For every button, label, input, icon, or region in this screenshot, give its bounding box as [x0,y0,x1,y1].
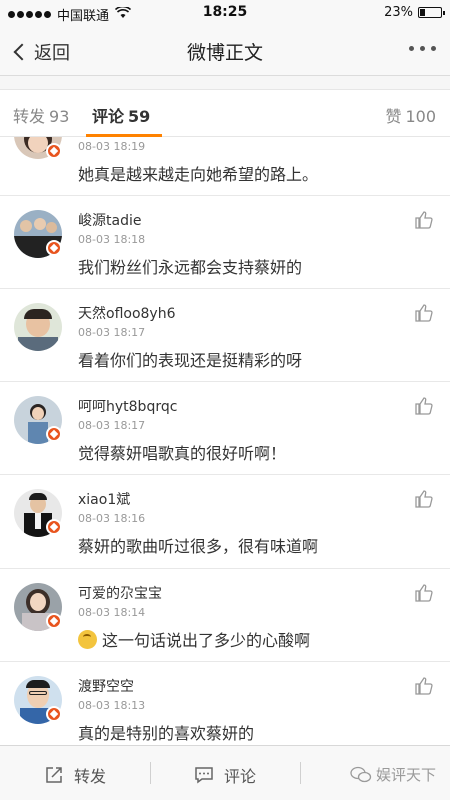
comment-text: 觉得蔡妍唱歌真的很好听啊！ [78,444,287,463]
thumbs-up-icon[interactable] [414,396,434,416]
thumbs-up-icon[interactable] [414,676,434,696]
thumbs-up-icon[interactable] [414,303,434,323]
tab-repost-count: 93 [49,107,70,126]
nav-bar: 返回 微博正文 [0,26,450,76]
comment-time: 08-03 18:17 [78,419,146,432]
comment-text: 我们粉丝们永远都会支持蔡妍的 [78,258,303,277]
watermark: 娱评天下 [350,764,436,785]
comment-list[interactable]: 08-03 18:19 她真是越来越走向她希望的路上。 峻源tadie 08-0… [0,137,450,745]
comment-time: 08-03 18:16 [78,512,146,525]
battery-fill [420,9,425,16]
sad-emoji-icon [78,630,97,649]
watermark-text: 娱评天下 [375,766,436,784]
comment-item: 峻源tadie 08-03 18:18 我们粉丝们永远都会支持蔡妍的 [0,196,450,289]
comment-item: 呵呵hyt8bqrqc 08-03 18:17 觉得蔡妍唱歌真的很好听啊！ [0,382,450,475]
tab-like-label: 赞 [385,107,402,126]
tab-comment-count: 59 [128,107,151,126]
more-button[interactable] [409,46,436,51]
tab-comment[interactable]: 评论 59 [92,103,150,127]
verified-badge-icon [46,426,62,442]
repost-label: 转发 [74,767,107,786]
comment-time: 08-03 18:17 [78,326,146,339]
comment-time: 08-03 18:13 [78,699,146,712]
toolbar-divider [300,762,301,784]
comment-button[interactable]: 评论 [194,763,256,787]
comment-item: 天然ofloo8yh6 08-03 18:17 看着你们的表现还是挺精彩的呀 [0,289,450,382]
comment-item: 渡野空空 08-03 18:13 真的是特别的喜欢蔡妍的 [0,662,450,745]
comment-text: 她真是越来越走向她希望的路上。 [78,165,319,184]
comment-username[interactable]: 渡野空空 [78,676,134,696]
avatar[interactable] [14,303,62,351]
comment-username[interactable]: 呵呵hyt8bqrqc [78,396,177,416]
comment-text: 真的是特别的喜欢蔡妍的 [78,724,255,743]
comment-username[interactable]: xiao1斌 [78,489,130,509]
comment-time: 08-03 18:14 [78,606,146,619]
comment-item: 可爱的尕宝宝 08-03 18:14 这一句话说出了多少的心酸啊 [0,569,450,662]
comment-icon [195,767,213,784]
page-title: 微博正文 [186,42,263,64]
tab-comment-label: 评论 [92,107,125,126]
comment-text: 蔡妍的歌曲听过很多，很有味道啊 [78,537,319,556]
more-dot-icon [431,46,436,51]
tab-repost[interactable]: 转发 93 [13,103,69,127]
comment-label: 评论 [224,767,257,786]
battery-percent: 23% [384,5,413,20]
verified-badge-icon [46,706,62,722]
more-dot-icon [420,46,425,51]
tab-like[interactable]: 赞 100 [385,103,436,127]
bottom-toolbar: 转发 评论 娱评天下 [0,745,450,800]
toolbar-divider [150,762,151,784]
tab-like-count: 100 [405,107,436,126]
repost-button[interactable]: 转发 [44,763,106,787]
comment-username[interactable]: 峻源tadie [78,210,141,230]
comment-text: 这一句话说出了多少的心酸啊 [102,631,311,650]
comment-time: 08-03 18:19 [78,140,146,153]
comment-username[interactable]: 天然ofloo8yh6 [78,303,176,323]
battery-icon [418,7,445,18]
status-bar: 中国联通 18:25 23% [0,0,450,26]
thumbs-up-icon[interactable] [414,210,434,230]
comment-text: 看着你们的表现还是挺精彩的呀 [78,351,303,370]
tab-repost-label: 转发 [13,107,46,126]
comment-item: xiao1斌 08-03 18:16 蔡妍的歌曲听过很多，很有味道啊 [0,475,450,569]
verified-badge-icon [46,613,62,629]
more-dot-icon [409,46,414,51]
wechat-icon [350,766,372,782]
status-time: 18:25 [202,4,248,20]
repost-icon [46,767,62,783]
verified-badge-icon [46,519,62,535]
thumbs-up-icon[interactable] [414,583,434,603]
thumbs-up-icon[interactable] [414,489,434,509]
comment-item: 08-03 18:19 她真是越来越走向她希望的路上。 [0,137,450,196]
verified-badge-icon [46,143,62,159]
comment-username[interactable]: 可爱的尕宝宝 [78,583,162,603]
comment-time: 08-03 18:18 [78,233,146,246]
verified-badge-icon [46,240,62,256]
tab-bar: 转发 93 评论 59 赞 100 [0,89,450,137]
